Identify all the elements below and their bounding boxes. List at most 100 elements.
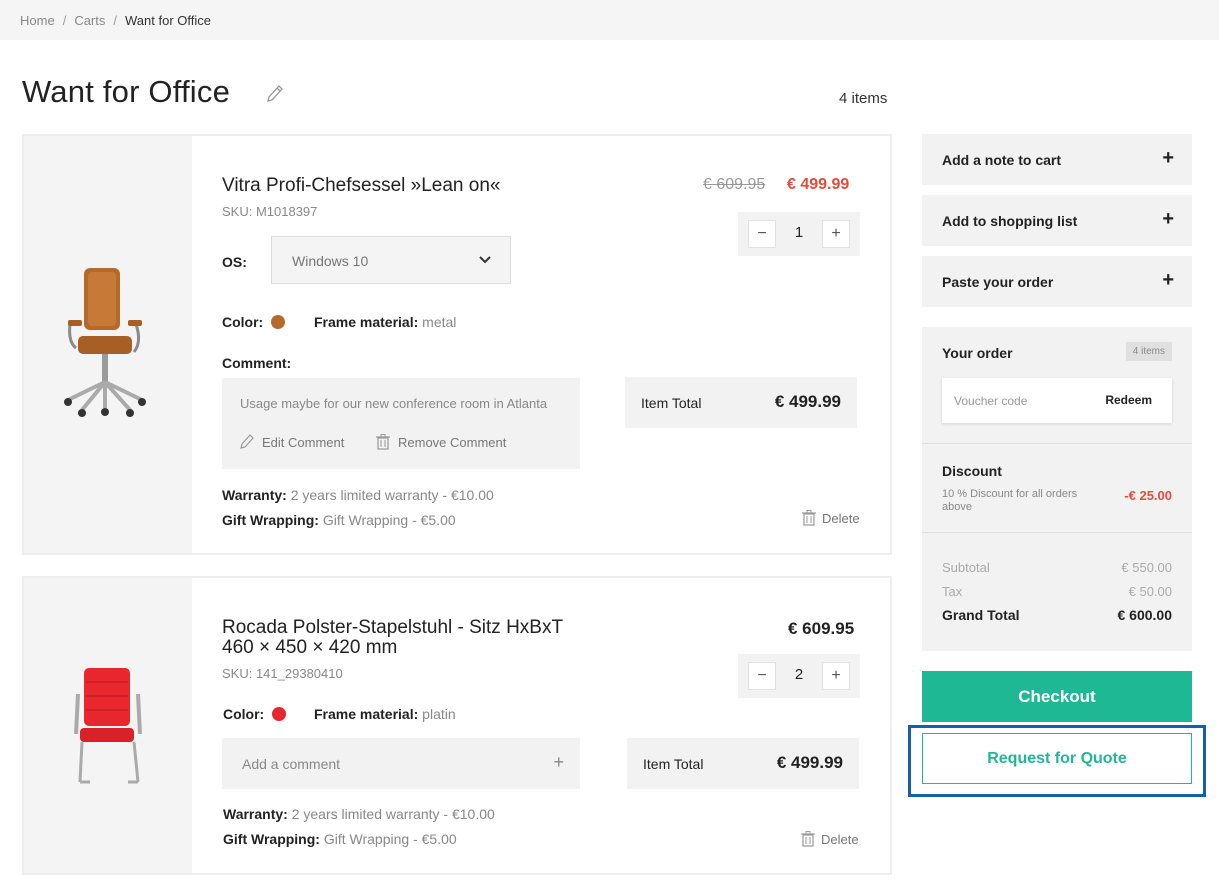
product-image-area[interactable]: [24, 136, 192, 553]
item-total-value: € 499.99: [774, 392, 841, 411]
color-attribute: Color:: [222, 314, 286, 330]
color-swatch: [272, 707, 287, 721]
accordion-label: Add to shopping list: [942, 213, 1078, 229]
add-comment-label: Add a comment: [242, 756, 341, 772]
order-items-badge: 4 items: [1125, 342, 1172, 361]
comment-box: Usage maybe for our new conference room …: [222, 378, 580, 469]
chevron-down-icon: [479, 256, 491, 264]
item-total-box: Item Total € 499.99: [625, 377, 857, 428]
trash-icon: [802, 510, 816, 526]
product-name[interactable]: Rocada Polster-Stapelstuhl - Sitz HxBxT: [222, 618, 563, 637]
product-sku: SKU: M1018397: [222, 204, 318, 219]
add-to-shopping-list-accordion[interactable]: Add to shopping list +: [922, 195, 1192, 246]
grand-total-label: Grand Total: [942, 607, 1020, 623]
pencil-icon: [240, 434, 254, 449]
delete-item-button[interactable]: Delete: [802, 510, 860, 526]
breadcrumb-current: Want for Office: [125, 12, 211, 28]
discount-description: 10 % Discount for all orders above: [942, 488, 1078, 513]
os-label: OS:: [222, 254, 247, 270]
remove-comment-label: Remove Comment: [398, 434, 507, 450]
frame-material-attribute: Frame material: platin: [314, 706, 456, 722]
warranty-value: 2 years limited warranty - €10.00: [290, 487, 494, 503]
divider: [922, 443, 1192, 444]
office-chair-image[interactable]: [60, 262, 160, 432]
grand-total-row: Grand Total € 600.00: [942, 607, 1172, 623]
plus-icon: +: [1162, 269, 1174, 291]
delete-label: Delete: [822, 510, 860, 526]
product-name[interactable]: Vitra Profi-Chefsessel »Lean on«: [222, 176, 500, 195]
frame-material-label: Frame material:: [314, 314, 419, 330]
color-attribute: Color:: [223, 706, 287, 722]
page-title: Want for Office: [22, 74, 231, 109]
edit-comment-button[interactable]: Edit Comment: [240, 434, 344, 450]
accordion-label: Add a note to cart: [942, 152, 1062, 168]
tax-label: Tax: [942, 584, 963, 599]
increase-quantity-button[interactable]: +: [822, 220, 850, 248]
color-swatch: [271, 315, 286, 329]
quantity-stepper: − 1 +: [738, 212, 860, 256]
delete-label: Delete: [821, 831, 859, 847]
redeem-button[interactable]: Redeem: [1105, 393, 1152, 407]
grand-total-value: € 600.00: [1117, 607, 1173, 623]
plus-icon: +: [1162, 208, 1174, 230]
accordion-label: Paste your order: [942, 274, 1054, 290]
paste-order-accordion[interactable]: Paste your order +: [922, 256, 1192, 307]
subtotal-value: € 550.00: [1121, 560, 1172, 575]
breadcrumb-carts[interactable]: Carts: [74, 13, 105, 28]
gift-wrapping-attribute: Gift Wrapping: Gift Wrapping - €5.00: [223, 831, 457, 847]
product-image-area[interactable]: [24, 578, 192, 873]
decrease-quantity-button[interactable]: −: [748, 662, 776, 690]
comment-label: Comment:: [222, 355, 292, 371]
gift-wrapping-label: Gift Wrapping:: [223, 831, 320, 847]
voucher-placeholder: Voucher code: [954, 394, 1028, 408]
delete-item-button[interactable]: Delete: [801, 831, 859, 847]
divider: [922, 532, 1192, 533]
remove-comment-button[interactable]: Remove Comment: [376, 434, 506, 450]
color-label: Color:: [223, 706, 265, 722]
voucher-field[interactable]: Voucher code Redeem: [942, 378, 1172, 423]
warranty-value: 2 years limited warranty - €10.00: [291, 806, 495, 822]
plus-icon: +: [1162, 147, 1174, 169]
item-total-value: € 499.99: [776, 753, 843, 772]
warranty-label: Warranty:: [223, 806, 288, 822]
comment-text: Usage maybe for our new conference room …: [240, 396, 548, 411]
decrease-quantity-button[interactable]: −: [748, 220, 776, 248]
item-total-label: Item Total: [641, 395, 702, 411]
frame-material-value: platin: [422, 706, 456, 722]
original-price: € 609.95: [703, 176, 766, 193]
increase-quantity-button[interactable]: +: [822, 662, 850, 690]
warranty-label: Warranty:: [222, 487, 287, 503]
product-name-dimensions[interactable]: 460 × 450 × 420 mm: [222, 638, 397, 657]
warranty-attribute: Warranty: 2 years limited warranty - €10…: [223, 806, 495, 822]
request-for-quote-button[interactable]: Request for Quote: [922, 733, 1192, 784]
gift-wrapping-value: Gift Wrapping - €5.00: [322, 512, 456, 528]
quantity-value[interactable]: 1: [778, 224, 820, 241]
edit-comment-label: Edit Comment: [262, 434, 345, 450]
discount-title: Discount: [942, 463, 1002, 479]
os-selected-value: Windows 10: [292, 253, 369, 269]
product-price: € 609.95: [788, 619, 855, 638]
quantity-value[interactable]: 2: [778, 666, 820, 683]
breadcrumb: Home / Carts / Want for Office: [0, 0, 1219, 40]
checkout-button[interactable]: Checkout: [922, 671, 1192, 722]
red-stacking-chair-image[interactable]: [70, 664, 150, 794]
subtotal-row: Subtotal € 550.00: [942, 560, 1172, 575]
os-select[interactable]: Windows 10: [271, 236, 511, 284]
add-note-accordion[interactable]: Add a note to cart +: [922, 134, 1192, 185]
sale-price: € 499.99: [787, 176, 850, 193]
breadcrumb-separator: /: [113, 12, 117, 28]
tax-value: € 50.00: [1128, 584, 1172, 599]
tax-row: Tax € 50.00: [942, 584, 1172, 599]
add-comment-button[interactable]: Add a comment +: [222, 738, 580, 789]
warranty-attribute: Warranty: 2 years limited warranty - €10…: [222, 487, 494, 503]
item-total-box: Item Total € 499.99: [627, 738, 859, 789]
breadcrumb-home[interactable]: Home: [20, 13, 55, 28]
frame-material-value: metal: [422, 314, 457, 330]
cart-item-card: Rocada Polster-Stapelstuhl - Sitz HxBxT …: [22, 576, 892, 875]
subtotal-label: Subtotal: [942, 560, 990, 575]
order-summary-title: Your order: [942, 345, 1013, 361]
order-summary: Your order 4 items Voucher code Redeem D…: [922, 327, 1192, 651]
pencil-icon[interactable]: [266, 84, 284, 104]
trash-icon: [376, 434, 390, 450]
quantity-stepper: − 2 +: [738, 654, 860, 698]
